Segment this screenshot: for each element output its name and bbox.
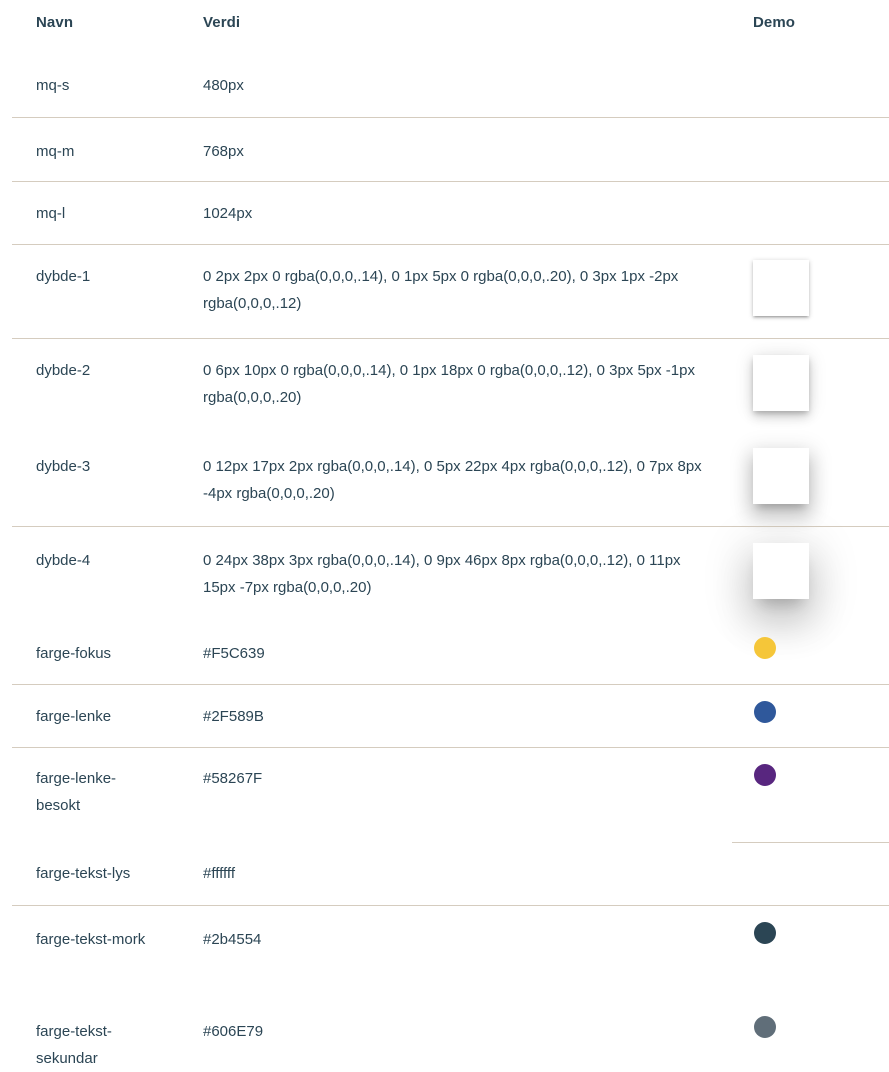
row-name: farge-fokus <box>36 645 112 662</box>
row-value: 0 24px 38px 3px rgba(0,0,0,.14), 0 9px 4… <box>203 552 681 596</box>
row-name: dybde-2 <box>36 362 91 379</box>
row-value: 0 2px 2px 0 rgba(0,0,0,.14), 0 1px 5px 0… <box>203 268 679 312</box>
table-row-mq-s: mq-s 480px <box>0 52 889 117</box>
color-swatch-dot <box>754 701 776 723</box>
table-header: Navn Verdi Demo <box>0 0 889 52</box>
row-name: mq-s <box>36 77 70 94</box>
column-header-demo: Demo <box>753 14 796 31</box>
row-value: #606E79 <box>203 1023 264 1040</box>
row-value: 0 6px 10px 0 rgba(0,0,0,.14), 0 1px 18px… <box>203 362 695 406</box>
table-row-dybde-4: dybde-4 0 24px 38px 3px rgba(0,0,0,.14),… <box>0 527 889 621</box>
row-name: farge-tekst-lys <box>36 865 131 882</box>
color-swatch-dot <box>754 637 776 659</box>
table-row-mq-m: mq-m 768px <box>0 118 889 181</box>
row-name: mq-m <box>36 143 75 160</box>
row-value: #58267F <box>203 770 263 787</box>
table-row-dybde-2: dybde-2 0 6px 10px 0 rgba(0,0,0,.14), 0 … <box>0 339 889 433</box>
table-row-dybde-1: dybde-1 0 2px 2px 0 rgba(0,0,0,.14), 0 1… <box>0 245 889 338</box>
depth-demo-box <box>753 355 809 411</box>
row-value: #2F589B <box>203 708 264 725</box>
table-row-farge-tekst-mork: farge-tekst-mork #2b4554 <box>0 906 889 1000</box>
color-swatch-dot <box>754 764 776 786</box>
row-value: 480px <box>203 77 244 94</box>
row-name: farge-lenke-besokt <box>36 770 117 814</box>
table-row-dybde-3: dybde-3 0 12px 17px 2px rgba(0,0,0,.14),… <box>0 433 889 526</box>
row-name: mq-l <box>36 205 66 222</box>
column-header-value: Verdi <box>203 14 241 31</box>
table-row-farge-fokus: farge-fokus #F5C639 <box>0 621 889 684</box>
row-value: #ffffff <box>203 865 235 882</box>
color-swatch-dot <box>754 922 776 944</box>
row-name: dybde-1 <box>36 268 91 285</box>
color-swatch-dot <box>754 1016 776 1038</box>
row-name: dybde-4 <box>36 552 91 569</box>
row-value: #F5C639 <box>203 645 265 662</box>
row-name: dybde-3 <box>36 458 91 475</box>
depth-demo-box <box>753 543 809 599</box>
row-value: 768px <box>203 143 244 160</box>
table-row-farge-lenke-besokt: farge-lenke-besokt #58267F <box>0 748 889 842</box>
row-value: 1024px <box>203 205 253 222</box>
table-row-farge-tekst-sekundar: farge-tekst-sekundar #606E79 <box>0 1000 889 1072</box>
column-header-name: Navn <box>36 14 74 31</box>
depth-demo-box <box>753 448 809 504</box>
color-swatch-dot <box>754 859 776 881</box>
table-row-farge-tekst-lys: farge-tekst-lys #ffffff <box>0 843 889 905</box>
row-name: farge-tekst-sekundar <box>36 1023 112 1067</box>
row-name: farge-tekst-mork <box>36 931 146 948</box>
table-row-mq-l: mq-l 1024px <box>0 182 889 244</box>
table-row-farge-lenke: farge-lenke #2F589B <box>0 685 889 747</box>
row-name: farge-lenke <box>36 708 112 725</box>
row-value: #2b4554 <box>203 931 262 948</box>
depth-demo-box <box>753 260 809 316</box>
row-value: 0 12px 17px 2px rgba(0,0,0,.14), 0 5px 2… <box>203 458 702 502</box>
